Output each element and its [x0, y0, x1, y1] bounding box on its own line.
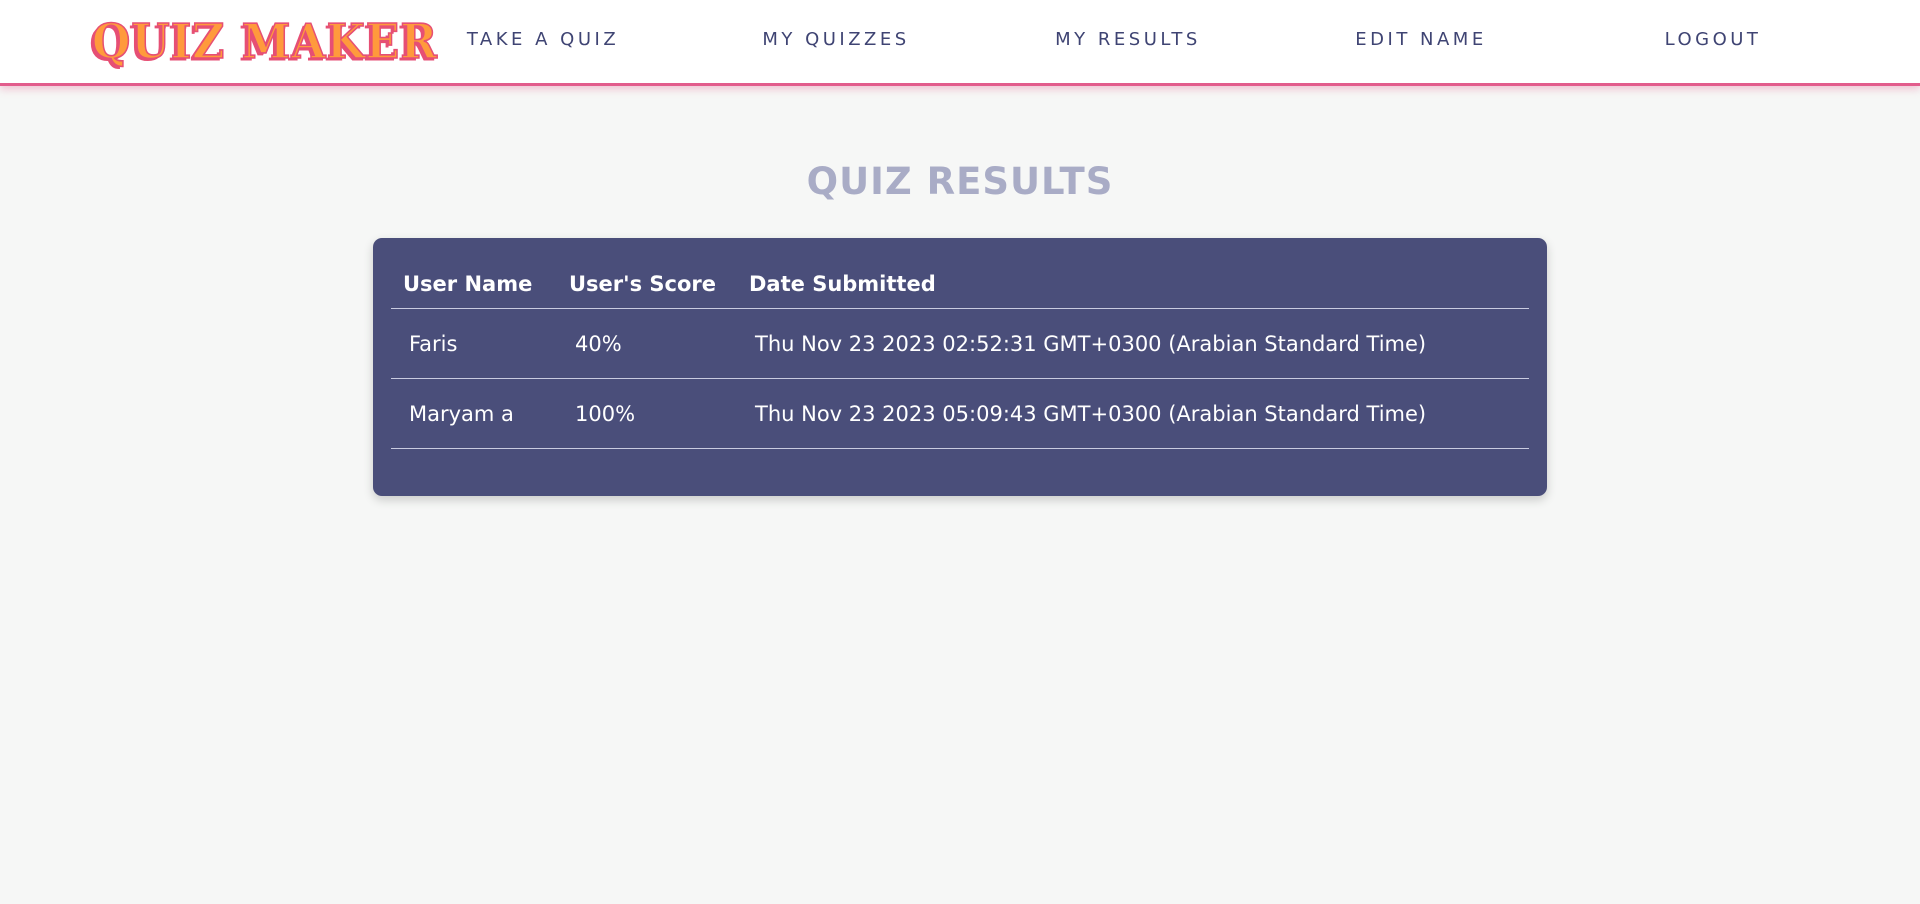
- results-table: User Name User's Score Date Submitted Fa…: [391, 260, 1529, 449]
- table-row: Faris 40% Thu Nov 23 2023 02:52:31 GMT+0…: [391, 308, 1529, 379]
- results-card: User Name User's Score Date Submitted Fa…: [373, 238, 1547, 496]
- column-header-user-name: User Name: [391, 260, 557, 309]
- cell-date: Thu Nov 23 2023 05:09:43 GMT+0300 (Arabi…: [737, 378, 1529, 449]
- cell-user-name: Maryam a: [391, 378, 557, 449]
- cell-score: 40%: [557, 308, 737, 379]
- table-header-row: User Name User's Score Date Submitted: [391, 260, 1529, 309]
- nav-take-a-quiz[interactable]: TAKE A QUIZ: [467, 29, 619, 50]
- nav-my-quizzes[interactable]: MY QUIZZES: [762, 29, 909, 50]
- table-row: Maryam a 100% Thu Nov 23 2023 05:09:43 G…: [391, 378, 1529, 449]
- cell-score: 100%: [557, 378, 737, 449]
- top-navbar: QUIZ MAKER TAKE A QUIZ MY QUIZZES MY RES…: [0, 0, 1920, 86]
- nav-edit-name[interactable]: EDIT NAME: [1355, 29, 1486, 50]
- cell-date: Thu Nov 23 2023 02:52:31 GMT+0300 (Arabi…: [737, 308, 1529, 379]
- nav-logout[interactable]: LOGOUT: [1665, 29, 1762, 50]
- column-header-date: Date Submitted: [737, 260, 1529, 309]
- column-header-score: User's Score: [557, 260, 737, 309]
- page-title: QUIZ RESULTS: [806, 160, 1114, 203]
- nav-my-results[interactable]: MY RESULTS: [1055, 29, 1201, 50]
- quiz-maker-logo[interactable]: QUIZ MAKER: [91, 10, 438, 77]
- cell-user-name: Faris: [391, 308, 557, 379]
